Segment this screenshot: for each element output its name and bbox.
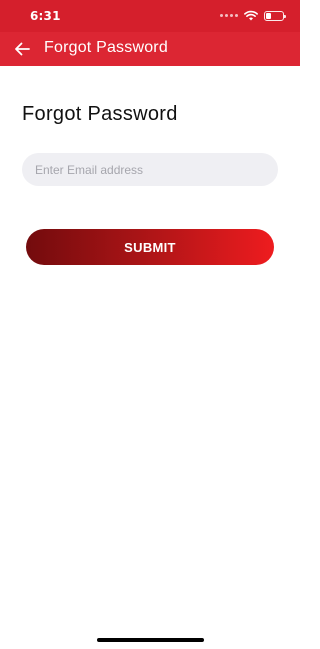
page-title: Forgot Password [22, 103, 178, 125]
arrow-left-icon [15, 42, 30, 56]
status-time: 6:31 [30, 9, 61, 23]
status-bar: 6:31 [0, 0, 300, 32]
app-bar-title: Forgot Password [44, 39, 168, 56]
email-field[interactable] [22, 153, 278, 186]
battery-level [266, 12, 271, 19]
home-indicator [97, 638, 204, 642]
battery-icon [264, 10, 286, 21]
cellular-signal-icon [220, 14, 238, 17]
submit-button[interactable]: SUBMIT [26, 229, 274, 265]
status-icons [220, 10, 286, 21]
wifi-icon [244, 10, 258, 21]
app-bar: Forgot Password [0, 32, 300, 66]
back-button[interactable] [12, 40, 32, 58]
